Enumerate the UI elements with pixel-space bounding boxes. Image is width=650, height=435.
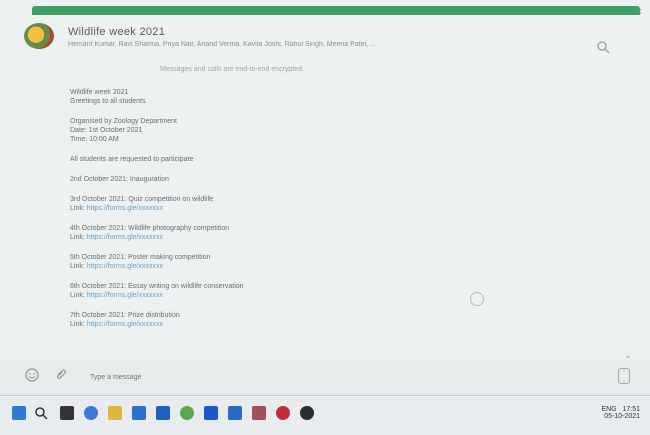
message[interactable]: Wildlife week 2021 Greetings to all stude… [70, 88, 490, 106]
close-icon[interactable]: × [636, 6, 642, 18]
message-line: Link: [70, 263, 85, 270]
message[interactable]: Organised by Zoology Department Date: 1st… [70, 117, 490, 144]
message-line: 5th October 2021: Poster making competit… [70, 254, 211, 261]
message-line: Date: 1st October 2021 [70, 127, 143, 134]
chat-title: Wildlife week 2021 [68, 26, 166, 38]
search-icon[interactable] [596, 40, 610, 54]
attach-icon[interactable] [54, 368, 68, 382]
chat-app-icon[interactable] [84, 406, 98, 420]
group-avatar[interactable] [24, 23, 54, 49]
message-line: Greetings to all students [70, 98, 146, 105]
file-explorer-icon[interactable] [108, 406, 122, 420]
message[interactable]: 3rd October 2021: Quiz competition on wi… [70, 195, 490, 213]
word-icon[interactable] [204, 406, 218, 420]
message-line: Time: 10:00 AM [70, 136, 119, 143]
message-link[interactable]: https://forms.gle/xxxxxxx [87, 205, 163, 212]
chat-header[interactable]: Wildlife week 2021 Hemant Kumar, Ravi Sh… [22, 20, 632, 64]
emoji-reaction-icon[interactable] [470, 292, 484, 306]
message[interactable]: 5th October 2021: Poster making competit… [70, 253, 490, 271]
emoji-icon[interactable] [25, 368, 39, 382]
app-icon-3[interactable] [300, 406, 314, 420]
message-link[interactable]: https://forms.gle/xxxxxxx [87, 234, 163, 241]
task-view-icon[interactable] [60, 406, 74, 420]
edge-icon[interactable] [132, 406, 146, 420]
message-line: Link: [70, 321, 85, 328]
message-link[interactable]: https://forms.gle/xxxxxxx [87, 321, 163, 328]
message-list: Wildlife week 2021 Greetings to all stude… [70, 88, 490, 340]
message-line: Organised by Zoology Department [70, 118, 177, 125]
message-line: 2nd October 2021: Inauguration [70, 176, 169, 183]
message-line: Link: [70, 205, 85, 212]
search-icon[interactable] [34, 406, 48, 420]
participants-list: Hemant Kumar, Ravi Sharma, Priya Nair, A… [68, 41, 376, 48]
message-line: 4th October 2021: Wildlife photography c… [70, 225, 230, 232]
chrome-icon[interactable] [180, 406, 194, 420]
message-composer [0, 360, 650, 395]
message-line: Link: [70, 292, 85, 299]
message-line: 6th October 2021: Essay writing on wildl… [70, 283, 244, 290]
chat-window: × Wildlife week 2021 Hemant Kumar, Ravi … [0, 0, 650, 395]
message[interactable]: 6th October 2021: Essay writing on wildl… [70, 282, 490, 300]
store-icon[interactable] [156, 406, 170, 420]
windows-start-icon[interactable] [12, 406, 26, 420]
taskbar: ENG 17:51 05-10-2021 [0, 395, 650, 435]
app-icon[interactable] [252, 406, 266, 420]
message-input[interactable] [90, 370, 510, 384]
message[interactable]: All students are requested to participat… [70, 155, 490, 164]
window-titlebar [32, 6, 640, 15]
language-indicator[interactable]: ENG [601, 406, 616, 413]
message-line: Link: [70, 234, 85, 241]
microphone-icon[interactable] [618, 368, 630, 384]
app-icon-2[interactable] [276, 406, 290, 420]
message-line: 3rd October 2021: Quiz competition on wi… [70, 196, 214, 203]
message-line: 7th October 2021: Prize distribution [70, 312, 180, 319]
message-line: Wildlife week 2021 [70, 89, 129, 96]
message[interactable]: 2nd October 2021: Inauguration [70, 175, 490, 184]
message[interactable]: 4th October 2021: Wildlife photography c… [70, 224, 490, 242]
message[interactable]: 7th October 2021: Prize distribution Link… [70, 311, 490, 329]
system-tray[interactable]: ENG 17:51 05-10-2021 [601, 406, 640, 420]
encryption-notice: Messages and calls are end-to-end encryp… [160, 66, 304, 73]
message-line: All students are requested to participat… [70, 156, 194, 163]
message-link[interactable]: https://forms.gle/xxxxxxx [87, 292, 163, 299]
clock-date: 05-10-2021 [604, 413, 640, 420]
clock-time: 17:51 [622, 406, 640, 413]
mail-icon[interactable] [228, 406, 242, 420]
message-link[interactable]: https://forms.gle/xxxxxxx [87, 263, 163, 270]
